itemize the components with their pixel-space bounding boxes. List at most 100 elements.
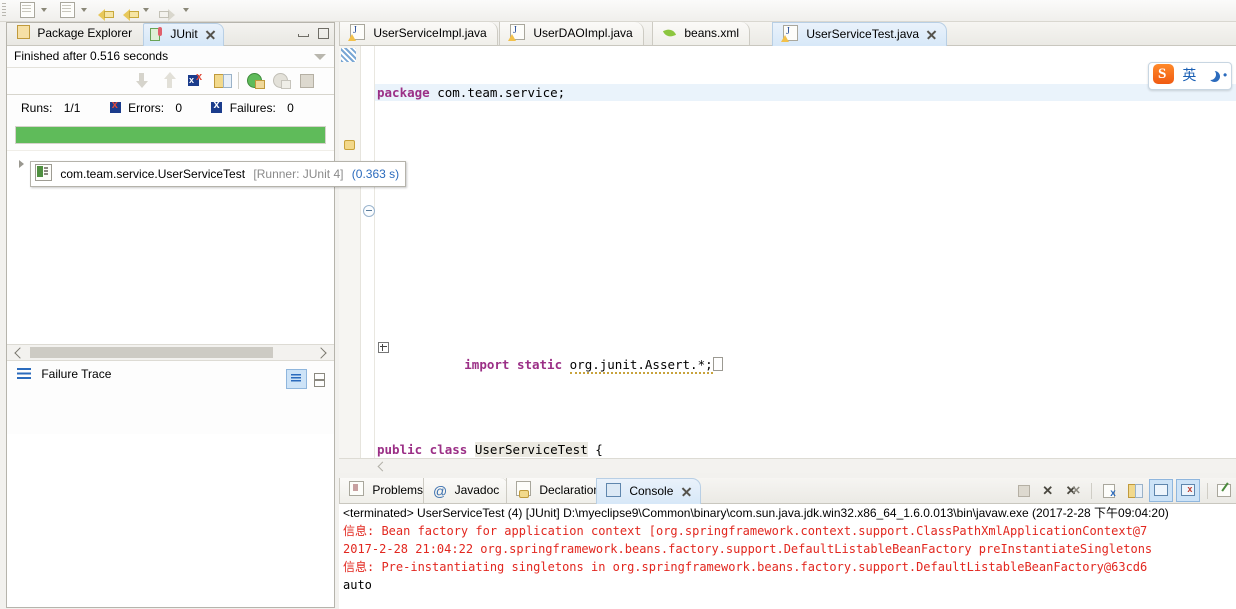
failure-trace-icon [17, 368, 31, 379]
next-annotation-button[interactable] [159, 2, 177, 21]
declaration-icon [516, 481, 531, 498]
view-tab-package-explorer-label: Package Explorer [37, 26, 133, 41]
new-java-package-dropdown-icon[interactable] [81, 8, 88, 13]
code-content[interactable]: package com.team.service; import static … [375, 46, 1236, 458]
arrow-left-icon [98, 6, 114, 21]
occurrence-marker-icon [341, 48, 356, 62]
previous-failure-button[interactable] [162, 72, 179, 89]
new-java-package-button[interactable] [60, 2, 78, 19]
moon-icon[interactable] [1205, 69, 1216, 80]
code-line: import static org.junit.Assert.*; [375, 339, 1236, 374]
forward-dropdown-icon[interactable] [143, 8, 150, 13]
scroll-left-icon[interactable] [14, 347, 26, 359]
console-line: auto [343, 578, 372, 592]
chevron-down-icon[interactable] [314, 54, 326, 60]
show-console-on-error-button[interactable]: x [1176, 479, 1201, 502]
new-wizard-button[interactable] [20, 2, 38, 19]
compare-result-button[interactable] [310, 370, 329, 388]
editor-folding-ruler[interactable] [361, 46, 375, 458]
close-icon[interactable] [206, 30, 215, 39]
tab-declaration-label: Declaration [539, 483, 601, 497]
scroll-left-icon[interactable] [377, 461, 388, 472]
code-editor[interactable]: package com.team.service; import static … [339, 46, 1236, 458]
minimize-view-button[interactable] [296, 27, 309, 40]
junit-status-line: Finished after 0.516 seconds [7, 46, 334, 68]
editor-tab-userservicetest[interactable]: UserServiceTest.java [772, 22, 948, 46]
view-tab-junit-label: JUnit [170, 27, 198, 42]
next-failure-button[interactable] [134, 72, 151, 89]
code-line: package com.team.service; [375, 84, 1236, 101]
javadoc-icon: @ [433, 483, 448, 499]
folding-collapse-icon[interactable] [363, 205, 375, 217]
editor-tab-userdaoimpl[interactable]: UserDAOImpl.java [499, 22, 644, 45]
stop-button[interactable] [299, 72, 316, 89]
tab-problems[interactable]: Problems [339, 478, 434, 503]
java-file-icon [508, 24, 525, 41]
scroll-right-icon[interactable] [315, 347, 327, 359]
failure-trace-header: Failure Trace [7, 360, 334, 389]
eclipse-workbench: Package Explorer JUnit Finished after 0.… [0, 0, 1236, 609]
ime-mode-label[interactable]: 英 [1182, 63, 1196, 88]
view-tab-package-explorer[interactable]: Package Explorer [11, 23, 140, 45]
ime-extra-icon[interactable]: • [1223, 63, 1227, 88]
console-output[interactable]: <terminated> UserServiceTest (4) [JUnit]… [339, 504, 1236, 609]
tooltip-runner: [Runner: JUnit 4] [253, 167, 344, 181]
new-wizard-dropdown-icon[interactable] [41, 8, 48, 13]
filter-stack-trace-button[interactable] [285, 368, 307, 389]
scroll-lock-button[interactable] [1124, 480, 1146, 501]
show-console-on-output-button[interactable] [1148, 479, 1173, 502]
folding-expand-icon[interactable] [378, 342, 389, 353]
next-annotation-dropdown-icon[interactable] [183, 8, 190, 13]
console-line: <terminated> UserServiceTest (4) [JUnit]… [343, 506, 1169, 520]
java-file-icon [781, 25, 798, 42]
arrow-right-icon [159, 6, 175, 21]
new-java-package-icon [60, 2, 75, 18]
sogou-logo-icon[interactable] [1153, 62, 1174, 87]
close-icon[interactable] [927, 30, 936, 39]
test-result-tooltip[interactable]: com.team.service.UserServiceTest [Runner… [30, 161, 407, 187]
console-tabrow: Problems @ Javadoc Declaration Console ✕… [339, 478, 1236, 504]
tooltip-time: (0.363 s) [351, 167, 400, 181]
view-tab-junit[interactable]: JUnit [143, 23, 225, 46]
runs-label: Runs: [21, 101, 53, 115]
junit-view-buttons [296, 27, 330, 43]
toolbar-drag-handle[interactable] [2, 3, 6, 18]
failure-square-icon [211, 100, 223, 113]
editor-hscrollbar[interactable] [339, 458, 1236, 473]
editor-tab-beans-xml[interactable]: beans.xml [652, 22, 751, 45]
rerun-failed-button[interactable] [273, 72, 291, 89]
close-icon[interactable] [682, 487, 691, 496]
editor-annotation-ruler[interactable] [339, 46, 361, 458]
scroll-lock-button[interactable] [214, 72, 232, 89]
rerun-test-button[interactable] [247, 72, 265, 89]
editor-tab-userserviceimpl-label: UserServiceImpl.java [373, 26, 487, 40]
pin-console-button[interactable] [1214, 480, 1236, 501]
junit-tree-hscrollbar[interactable] [7, 344, 334, 360]
java-test-class-icon [35, 164, 52, 181]
remove-launch-button[interactable]: ✕ [1037, 480, 1059, 501]
tab-javadoc[interactable]: @ Javadoc [423, 478, 510, 503]
tab-console[interactable]: Console [596, 478, 701, 504]
package-explorer-icon [17, 25, 30, 39]
failure-trace-buttons [285, 365, 329, 391]
junit-toolbar: x x [7, 68, 334, 95]
editor-tab-userserviceimpl[interactable]: UserServiceImpl.java [339, 22, 498, 45]
clear-console-button[interactable]: x [1098, 480, 1120, 501]
remove-all-terminated-button[interactable]: ✕ ✕ [1063, 480, 1085, 501]
forward-history-button[interactable] [122, 2, 140, 21]
problems-icon [349, 481, 364, 496]
maximize-view-button[interactable] [317, 27, 330, 40]
back-history-button[interactable] [97, 2, 115, 21]
text-caret [712, 357, 723, 371]
show-failures-only-button[interactable]: x x [188, 72, 205, 89]
tab-declaration[interactable]: Declaration [506, 478, 611, 503]
terminate-button[interactable] [1012, 480, 1034, 501]
scroll-thumb[interactable] [30, 347, 273, 358]
sogou-ime-toolbar[interactable]: 英 • [1148, 62, 1233, 90]
tab-console-label: Console [629, 484, 674, 498]
console-line: 信息: Bean factory for application context… [343, 524, 1148, 538]
chevron-right-icon[interactable] [19, 160, 24, 168]
warning-marker-icon[interactable] [342, 137, 357, 151]
